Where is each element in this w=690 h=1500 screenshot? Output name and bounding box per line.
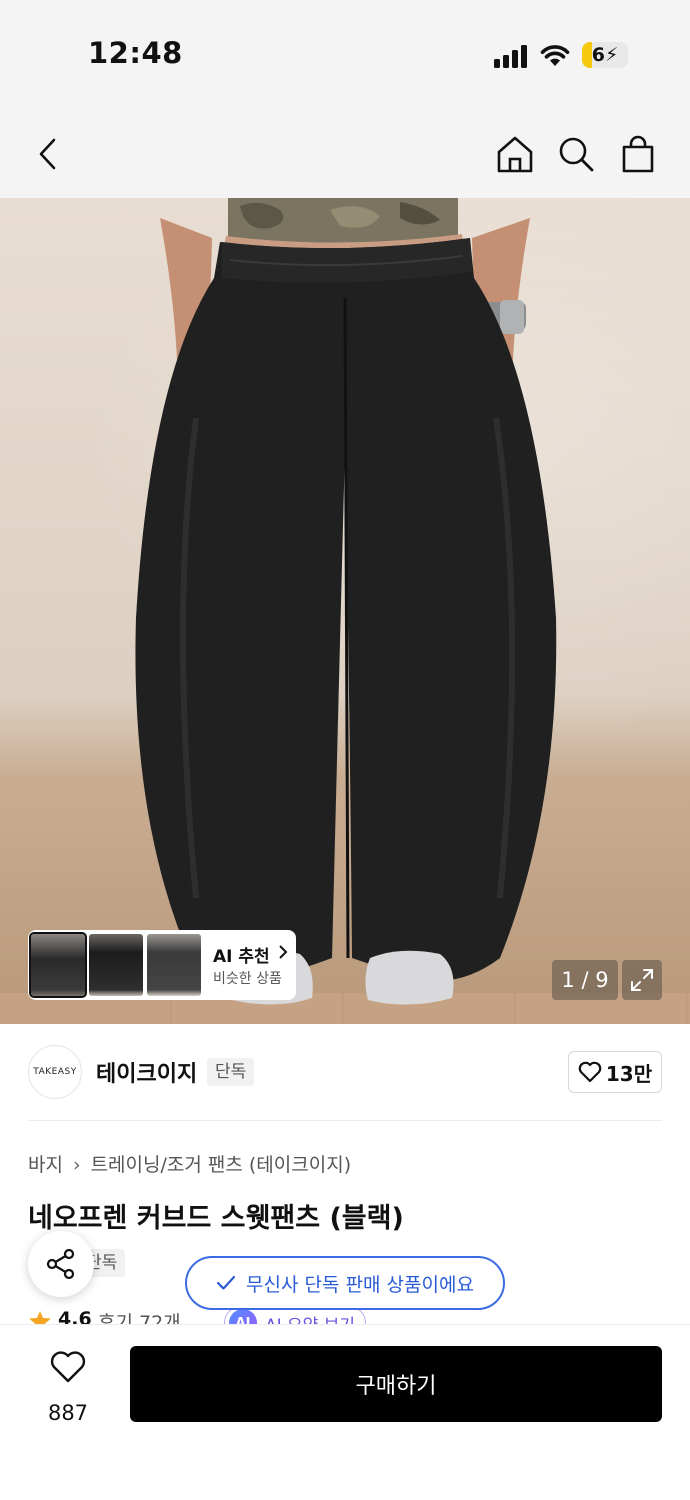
back-button[interactable] [24, 130, 72, 178]
product-image-gallery[interactable]: AI 추천 비슷한 상품 1 / 9 [0, 198, 690, 1024]
battery-icon: 6⚡ [582, 42, 628, 68]
status-bar: 12:48 6⚡ [0, 0, 690, 110]
product-photo [135, 198, 557, 1005]
wishlist-button[interactable]: 887 [30, 1349, 106, 1433]
brand-logo[interactable]: TAKEASY [28, 1045, 82, 1099]
home-icon [497, 136, 533, 173]
brand-logo-text: TAKEASY [33, 1067, 77, 1077]
status-time: 12:48 [88, 36, 183, 70]
ai-recommend-panel[interactable]: AI 추천 비슷한 상품 [28, 930, 296, 1000]
thumbnail-1[interactable] [29, 932, 87, 998]
wifi-icon [540, 45, 570, 66]
brand-exclusive-badge: 단독 [207, 1058, 255, 1086]
chevron-right-icon [279, 945, 288, 959]
search-button[interactable] [552, 130, 600, 178]
thumbnail-3[interactable] [147, 934, 201, 996]
shopping-bag-icon [622, 135, 654, 173]
breadcrumb: 바지 › 트레이닝/조거 팬츠 (테이크이지) [28, 1150, 351, 1177]
buy-button[interactable]: 구매하기 [130, 1346, 662, 1422]
thumbnail-2[interactable] [89, 934, 143, 996]
heart-icon [578, 1061, 602, 1083]
heart-icon [50, 1351, 86, 1383]
image-counter: 1 / 9 [552, 960, 618, 1000]
divider [28, 1120, 662, 1121]
top-nav-bar [0, 110, 690, 198]
wishlist-count: 887 [47, 1401, 89, 1425]
brand-like-button[interactable]: 13만 [568, 1051, 662, 1093]
battery-level: 6 [591, 44, 605, 66]
ai-recommend-title: AI 추천 [213, 947, 270, 967]
bottom-action-bar: 887 구매하기 [0, 1324, 690, 1500]
ai-recommend-subtitle: 비슷한 상품 [213, 971, 282, 987]
share-icon [46, 1248, 75, 1280]
product-title: 네오프렌 커브드 스웻팬츠 (블랙) [28, 1203, 404, 1234]
fullscreen-button[interactable] [622, 960, 662, 1000]
home-button[interactable] [491, 130, 539, 178]
expand-icon [631, 969, 653, 991]
brand-like-count: 13만 [605, 1061, 653, 1086]
exclusive-toast-text: 무신사 단독 판매 상품이에요 [246, 1273, 474, 1296]
search-icon [559, 137, 594, 172]
exclusive-toast[interactable]: 무신사 단독 판매 상품이에요 [185, 1256, 505, 1310]
brand-name[interactable]: 테이크이지 [96, 1056, 197, 1088]
signal-icon [494, 44, 530, 68]
check-icon [216, 1275, 236, 1290]
back-icon [39, 138, 56, 170]
share-button[interactable] [28, 1231, 94, 1297]
breadcrumb-category[interactable]: 바지 [28, 1154, 63, 1176]
chevron-right-icon: › [72, 1154, 81, 1176]
cart-button[interactable] [614, 130, 662, 178]
breadcrumb-subcategory[interactable]: 트레이닝/조거 팬츠 (테이크이지) [91, 1154, 352, 1176]
